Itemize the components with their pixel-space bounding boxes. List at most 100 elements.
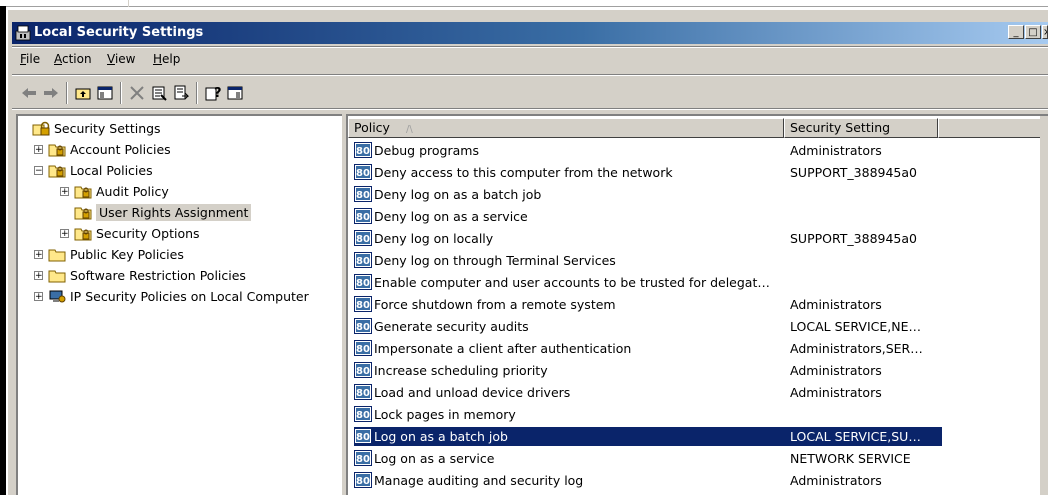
- expand-toggle[interactable]: +: [34, 144, 43, 154]
- security-setting-value: SUPPORT_388945a0: [790, 165, 917, 180]
- vertical-scrollbar[interactable]: [1040, 116, 1048, 495]
- menu-action[interactable]: Action: [54, 52, 92, 66]
- minimize-button[interactable]: _: [1008, 25, 1024, 39]
- policy-icon: 80: [354, 142, 372, 158]
- back-icon[interactable]: [20, 84, 38, 102]
- policy-cell: 80 Log on as a service: [354, 450, 494, 466]
- close-button[interactable]: ×: [1042, 25, 1048, 39]
- policy-row[interactable]: 80 Deny log on locally SUPPORT_388945a0: [348, 228, 1048, 250]
- policy-name: Deny log on as a batch job: [374, 186, 542, 202]
- expand-toggle[interactable]: +: [60, 186, 69, 196]
- maximize-button[interactable]: □: [1025, 25, 1041, 39]
- tree-item-public-key-policies[interactable]: + Public Key Policies: [34, 244, 184, 264]
- expand-toggle[interactable]: +: [60, 228, 69, 238]
- title-bar[interactable]: Local Security Settings _ □ ×: [12, 22, 1048, 44]
- security-setting-value: Administrators: [790, 297, 882, 312]
- policy-icon: 80: [354, 362, 372, 378]
- policy-cell: 80 Impersonate a client after authenticat…: [354, 340, 631, 356]
- policy-row[interactable]: 80 Deny log on as a batch job: [348, 184, 1048, 206]
- column-header-policy[interactable]: Policy /\: [348, 118, 784, 138]
- security-setting-value: LOCAL SERVICE,SU…: [790, 429, 921, 444]
- policy-list-pane[interactable]: Policy /\ Security Setting 80 Debug progr…: [346, 114, 1048, 495]
- tree-item-label: Public Key Policies: [70, 246, 184, 262]
- policy-cell: 80 Deny log on as a batch job: [354, 186, 541, 202]
- folder-lock-icon: [48, 163, 66, 178]
- policy-row[interactable]: 80 Deny access to this computer from the …: [348, 162, 1048, 184]
- tree-item-user-rights-assignment[interactable]: User Rights Assignment: [74, 202, 252, 222]
- window-title: Local Security Settings: [34, 25, 204, 40]
- tree-item-label-selected: User Rights Assignment: [96, 203, 252, 221]
- console-icon[interactable]: [226, 84, 244, 102]
- folder-icon: [48, 268, 66, 283]
- tree-item-audit-policy[interactable]: + Audit Policy: [60, 181, 169, 201]
- policy-name: Increase scheduling priority: [374, 362, 548, 378]
- menu-view[interactable]: View: [107, 52, 135, 66]
- folder-lock-icon: [74, 205, 92, 220]
- svg-text:80: 80: [356, 234, 370, 245]
- policy-cell: 80 Generate security audits: [354, 318, 529, 334]
- column-header-security-setting[interactable]: Security Setting: [784, 118, 938, 138]
- policy-cell: 80 Deny access to this computer from the …: [354, 164, 673, 180]
- policy-row[interactable]: 80 Load and unload device drivers Administ…: [348, 382, 1048, 404]
- menu-help[interactable]: Help: [153, 52, 180, 66]
- policy-icon: 80: [354, 230, 372, 246]
- tree-item-label: IP Security Policies on Local Computer: [70, 288, 309, 304]
- svg-text:80: 80: [356, 278, 370, 289]
- policy-cell: 80 Load and unload device drivers: [354, 384, 570, 400]
- forward-icon[interactable]: [42, 84, 60, 102]
- folder-lock-icon: [74, 226, 92, 241]
- expand-toggle[interactable]: +: [34, 249, 43, 259]
- delete-icon[interactable]: [128, 84, 146, 102]
- toolbar-separator: [66, 82, 68, 104]
- show-hide-tree-icon[interactable]: [96, 84, 114, 102]
- policy-row[interactable]: 80 Impersonate a client after authenticat…: [348, 338, 1048, 360]
- policy-row[interactable]: 80 Lock pages in memory: [348, 404, 1048, 426]
- policy-row[interactable]: 80 Debug programs Administrators: [348, 140, 1048, 162]
- tree-item-ip-security-policies[interactable]: + IP Security Policies on Local Computer: [34, 286, 309, 306]
- policy-row[interactable]: 80 Increase scheduling priority Administra…: [348, 360, 1048, 382]
- tree-pane[interactable]: Security Settings + Account Policies − L…: [16, 114, 342, 495]
- tree-item-account-policies[interactable]: + Account Policies: [34, 139, 171, 159]
- security-setting-value: Administrators: [790, 473, 882, 488]
- properties-icon[interactable]: [150, 84, 168, 102]
- expand-toggle[interactable]: +: [34, 270, 43, 280]
- policy-icon: 80: [354, 428, 372, 444]
- policy-icon: 80: [354, 208, 372, 224]
- policy-cell: 80 Debug programs: [354, 142, 479, 158]
- tree-item-local-policies[interactable]: − Local Policies: [34, 160, 153, 180]
- security-setting-value: SUPPORT_388945a0: [790, 231, 917, 246]
- policy-name: Enable computer and user accounts to be …: [374, 274, 770, 290]
- policy-name: Load and unload device drivers: [374, 384, 571, 400]
- export-list-icon[interactable]: [172, 84, 190, 102]
- tree-item-software-restriction-policies[interactable]: + Software Restriction Policies: [34, 265, 246, 285]
- desktop-tick: [128, 0, 129, 7]
- policy-row[interactable]: 80 Deny log on as a service: [348, 206, 1048, 228]
- policy-row[interactable]: 80 Generate security audits LOCAL SERVICE,…: [348, 316, 1048, 338]
- policy-row[interactable]: 80 Manage auditing and security log Admini…: [348, 470, 1048, 492]
- policy-icon: 80: [354, 340, 372, 356]
- policy-row[interactable]: 80 Enable computer and user accounts to b…: [348, 272, 1048, 294]
- policy-row[interactable]: 80 Log on as a service NETWORK SERVICE: [348, 448, 1048, 470]
- help-icon[interactable]: ?: [204, 84, 222, 102]
- policy-row[interactable]: 80 Force shutdown from a remote system Adm…: [348, 294, 1048, 316]
- policy-row[interactable]: 80 Log on as a batch job LOCAL SERVICE,SU…: [348, 426, 1048, 448]
- toolbar-bottom-divider: [12, 108, 1048, 110]
- ip-security-icon: [48, 289, 66, 304]
- svg-text:80: 80: [356, 388, 370, 399]
- toolbar: ?: [12, 78, 1048, 108]
- policy-icon: 80: [354, 186, 372, 202]
- menu-file[interactable]: File: [20, 52, 40, 66]
- up-folder-icon[interactable]: [74, 84, 92, 102]
- policy-row[interactable]: 80 Deny log on through Terminal Services: [348, 250, 1048, 272]
- security-setting-value: Administrators: [790, 143, 882, 158]
- menu-bar: File Action View Help: [12, 48, 1048, 70]
- security-settings-app-icon: [15, 25, 31, 41]
- security-setting-value: LOCAL SERVICE,NE…: [790, 319, 921, 334]
- tree-root[interactable]: Security Settings: [32, 118, 161, 138]
- column-header-empty[interactable]: [938, 118, 1048, 138]
- collapse-toggle[interactable]: −: [34, 165, 43, 175]
- policy-cell: 80 Force shutdown from a remote system: [354, 296, 616, 312]
- expand-toggle[interactable]: +: [34, 291, 43, 301]
- tree-item-security-options[interactable]: + Security Options: [60, 223, 200, 243]
- tree-root-label: Security Settings: [54, 120, 161, 136]
